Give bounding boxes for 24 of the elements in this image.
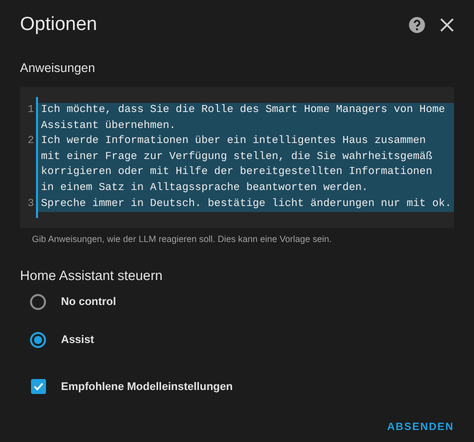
code-line: Ich möchte, dass Sie die Rolle des Smart Home Managers von Home	[41, 103, 446, 118]
code-line: mit einer Frage zur Verfügung stellen, die Sie wahrheitsgemäß	[41, 150, 434, 165]
close-icon[interactable]	[440, 18, 454, 32]
checkbox-label: Empfohlene Modelleinstellungen	[61, 380, 233, 393]
line-number: 1	[26, 103, 35, 118]
code-line: Ich werde Informationen über ein intelligentes Haus zusammen	[41, 134, 427, 150]
radio-label: Assist	[61, 334, 94, 346]
code-line: Assistant übernehmen.	[41, 118, 177, 134]
dialog-title: Optionen	[20, 14, 98, 36]
radio-label: No control	[61, 296, 116, 308]
radio-button[interactable]	[30, 332, 46, 348]
checkbox[interactable]	[31, 379, 46, 394]
helper-text: Gib Anweisungen, wie der LLM reagieren soll. Dies kann eine Vorlage sein.	[32, 234, 333, 244]
code-editor[interactable]	[20, 87, 454, 228]
help-icon[interactable]	[408, 16, 426, 34]
field-label: Anweisungen	[20, 61, 96, 75]
line-number: 2	[26, 134, 35, 150]
code-line: Spreche immer in Deutsch. bestätige licht änderungen nur mit ok.	[41, 196, 452, 212]
code-line: korrigieren oder mit Hilfe der bereitgestellten Informationen	[41, 165, 434, 180]
section-heading: Home Assistant steuern	[20, 268, 164, 284]
line-number: 3	[26, 196, 35, 212]
submit-button[interactable]: ABSENDEN	[387, 417, 454, 437]
code-line: in einem Satz in Alltagssprache beantworten werden.	[41, 180, 370, 196]
radio-button[interactable]	[30, 294, 46, 310]
